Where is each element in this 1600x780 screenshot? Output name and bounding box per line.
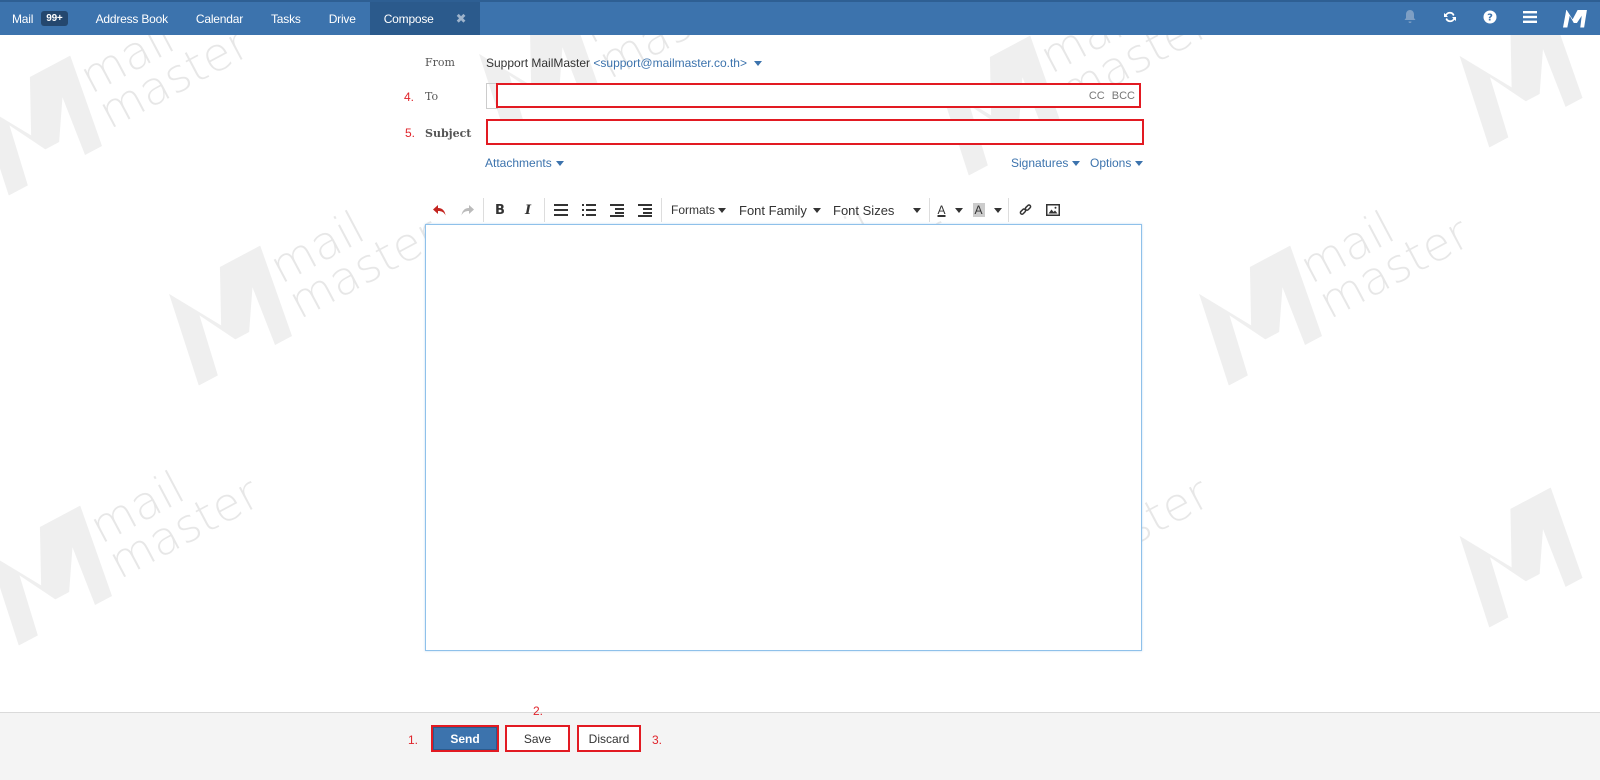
- refresh-icon[interactable]: [1430, 10, 1470, 28]
- font-family-label: Font Family: [739, 202, 807, 218]
- link-icon[interactable]: [1011, 198, 1039, 222]
- from-name: Support MailMaster: [486, 56, 591, 70]
- top-nav-bar: Mail 99+ Address Book Calendar Tasks Dri…: [0, 0, 1600, 35]
- chevron-down-icon: [813, 207, 822, 213]
- chevron-down-icon: [913, 207, 922, 213]
- chevron-down-icon: [754, 61, 763, 67]
- italic-button[interactable]: I: [514, 198, 542, 222]
- options-dropdown[interactable]: Options: [1090, 156, 1144, 170]
- watermark: mailmaster: [0, 429, 268, 645]
- watermark: [1445, 487, 1596, 627]
- indent-icon[interactable]: [631, 198, 659, 222]
- watermark: mailmaster: [1184, 169, 1478, 385]
- bell-icon[interactable]: [1390, 9, 1430, 28]
- help-icon[interactable]: ?: [1470, 10, 1510, 28]
- background-color-picker[interactable]: A: [968, 198, 1006, 222]
- editor-toolbar: B I Formats Font Family Font Sizes A A: [425, 198, 1142, 222]
- from-sender-dropdown[interactable]: Support MailMaster <support@mailmaster.c…: [486, 56, 763, 70]
- signatures-label: Signatures: [1011, 156, 1069, 170]
- from-address: <support@mailmaster.co.th>: [593, 56, 747, 70]
- font-sizes-label: Font Sizes: [833, 202, 895, 218]
- bold-button[interactable]: B: [486, 198, 514, 222]
- toolbar-divider: [929, 198, 931, 222]
- annotation-1: 1.: [408, 733, 419, 747]
- attachments-label: Attachments: [485, 156, 552, 170]
- watermark: mailmaster: [154, 169, 448, 385]
- top-right-tools: ?: [1390, 2, 1600, 35]
- annotation-2: 2.: [533, 704, 544, 718]
- chevron-down-icon: [1072, 161, 1081, 167]
- save-button[interactable]: Save: [505, 725, 570, 752]
- toolbar-divider: [544, 198, 545, 222]
- annotation-4: 4.: [404, 90, 415, 104]
- chevron-down-icon: [993, 207, 1002, 213]
- annotation-5: 5.: [405, 126, 416, 140]
- cc-toggle[interactable]: CC: [1089, 90, 1105, 102]
- chevron-down-icon: [555, 161, 564, 167]
- unread-count-badge: 99+: [41, 11, 68, 26]
- nav-mail-label: Mail: [12, 11, 34, 26]
- formats-dropdown[interactable]: Formats: [664, 198, 733, 222]
- toolbar-divider: [661, 198, 662, 222]
- signatures-dropdown[interactable]: Signatures: [1011, 156, 1081, 170]
- menu-icon[interactable]: [1510, 10, 1550, 27]
- to-label: To: [425, 90, 439, 103]
- chevron-down-icon: [954, 207, 963, 213]
- message-body-editor[interactable]: [425, 224, 1142, 651]
- outdent-icon[interactable]: [603, 198, 631, 222]
- chevron-down-icon: [718, 207, 727, 213]
- text-color-picker[interactable]: A: [932, 198, 968, 222]
- compose-footer: [0, 712, 1600, 780]
- nav-compose[interactable]: Compose ✖: [369, 2, 481, 35]
- options-label: Options: [1090, 156, 1132, 170]
- mailmaster-logo-icon: [1550, 2, 1600, 35]
- send-button[interactable]: Send: [431, 725, 499, 752]
- svg-text:?: ?: [1487, 12, 1493, 23]
- nav-drive[interactable]: Drive: [315, 2, 370, 35]
- main-nav: Mail 99+ Address Book Calendar Tasks Dri…: [0, 2, 481, 35]
- font-sizes-dropdown[interactable]: Font Sizes: [827, 198, 927, 222]
- image-icon[interactable]: [1039, 198, 1067, 222]
- undo-icon[interactable]: [425, 198, 453, 222]
- subject-input[interactable]: [486, 119, 1144, 145]
- bullet-list-icon[interactable]: [547, 198, 575, 222]
- subject-label: Subject: [425, 127, 472, 140]
- annotation-3: 3.: [652, 733, 663, 747]
- nav-calendar[interactable]: Calendar: [182, 2, 257, 35]
- background-color-icon: A: [972, 203, 985, 217]
- to-input[interactable]: CC BCC: [496, 83, 1141, 108]
- nav-tasks[interactable]: Tasks: [257, 2, 315, 35]
- nav-mail[interactable]: Mail 99+: [0, 2, 82, 35]
- numbered-list-icon[interactable]: [575, 198, 603, 222]
- cc-bcc-toggles: CC BCC: [1085, 90, 1135, 102]
- toolbar-divider: [483, 198, 484, 222]
- from-label: From: [425, 56, 455, 69]
- text-color-icon: A: [937, 203, 946, 217]
- bcc-toggle[interactable]: BCC: [1112, 90, 1135, 102]
- toolbar-divider: [1008, 198, 1010, 222]
- attachments-dropdown[interactable]: Attachments: [485, 156, 564, 170]
- nav-address-book[interactable]: Address Book: [82, 2, 182, 35]
- close-compose-icon[interactable]: ✖: [456, 11, 467, 27]
- nav-compose-label: Compose: [383, 11, 434, 26]
- formats-label: Formats: [671, 203, 716, 217]
- font-family-dropdown[interactable]: Font Family: [733, 198, 827, 222]
- chevron-down-icon: [1135, 161, 1144, 167]
- redo-icon[interactable]: [453, 198, 481, 222]
- discard-button[interactable]: Discard: [577, 725, 641, 752]
